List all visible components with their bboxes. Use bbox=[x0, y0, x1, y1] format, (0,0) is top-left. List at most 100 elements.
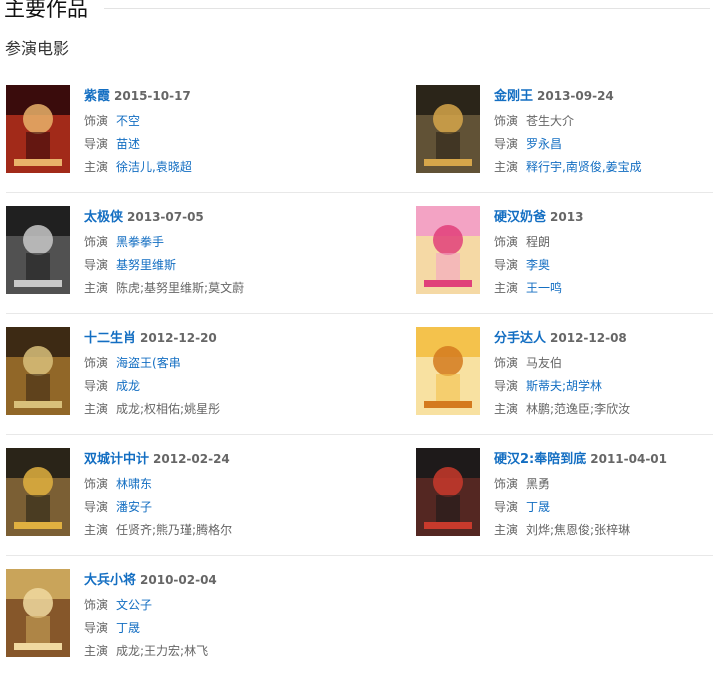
film-title-link[interactable]: 硬汉奶爸 bbox=[494, 210, 546, 225]
film-cast[interactable]: 释行宇,南贤俊,姜宝成 bbox=[526, 160, 642, 174]
film-title-link[interactable]: 分手达人 bbox=[494, 331, 546, 346]
role-label: 饰演 bbox=[84, 114, 109, 128]
film-director-link[interactable]: 苗述 bbox=[116, 137, 140, 151]
film-director-line: 导演 基努里维斯 bbox=[84, 254, 314, 277]
film-director-link[interactable]: 罗永昌 bbox=[526, 137, 562, 151]
film-title-link[interactable]: 金刚王 bbox=[494, 89, 533, 104]
film-title-link[interactable]: 十二生肖 bbox=[84, 331, 136, 346]
film-cast[interactable]: 徐洁儿,袁晓超 bbox=[116, 160, 192, 174]
film-director-link[interactable]: 基努里维斯 bbox=[116, 258, 176, 272]
film-item: 分手达人 2012-12-08 饰演 马友伯 导演 斯蒂夫;胡学林 主演 林鹏;范逸臣;李欣汝 bbox=[416, 327, 713, 427]
film-item: 太极侠 2013-07-05 饰演 黑拳拳手 导演 基努里维斯 主演 陈虎;基努里维斯;莫文蔚 bbox=[6, 206, 306, 306]
film-title-link[interactable]: 硬汉2:奉陪到底 bbox=[494, 452, 586, 467]
film-cast-line: 主演 刘烨;焦恩俊;张梓琳 bbox=[494, 519, 713, 542]
director-label: 导演 bbox=[84, 500, 109, 514]
film-title-line: 大兵小将 2010-02-04 bbox=[84, 571, 314, 590]
film-cast[interactable]: 王一鸣 bbox=[526, 281, 562, 295]
film-role[interactable]: 海盗王(客串 bbox=[116, 356, 181, 370]
film-poster[interactable] bbox=[416, 327, 480, 415]
film-info: 双城计中计 2012-02-24 饰演 林啸东 导演 潘安子 主演 任贤齐;熊乃瑾;腾格尔 bbox=[84, 450, 314, 542]
film-release-date: 2012-12-08 bbox=[550, 331, 627, 345]
film-role: 程朗 bbox=[526, 235, 551, 249]
film-title-link[interactable]: 大兵小将 bbox=[84, 573, 136, 588]
film-item: 紫霞 2015-10-17 饰演 不空 导演 苗述 主演 徐洁儿,袁晓超 bbox=[6, 85, 306, 185]
film-info: 太极侠 2013-07-05 饰演 黑拳拳手导演 基努里维斯 主演 陈虎;基努里维斯;莫文蔚 bbox=[84, 208, 314, 300]
film-item: 十二生肖 2012-12-20 饰演 海盗王(客串 导演 成龙 主演 成龙;权相佑;姚星彤 bbox=[6, 327, 306, 427]
film-director-link[interactable]: 李奥 bbox=[526, 258, 550, 272]
film-title-line: 硬汉奶爸 2013 bbox=[494, 208, 713, 227]
row-divider bbox=[6, 555, 713, 556]
film-director-link[interactable]: 丁晟 bbox=[116, 621, 140, 635]
cast-label: 主演 bbox=[84, 523, 109, 537]
director-label: 导演 bbox=[84, 621, 109, 635]
film-release-date: 2010-02-04 bbox=[140, 573, 217, 587]
director-label: 导演 bbox=[84, 137, 109, 151]
film-title-link[interactable]: 双城计中计 bbox=[84, 452, 149, 467]
row-divider bbox=[6, 434, 713, 435]
film-item: 双城计中计 2012-02-24 饰演 林啸东 导演 潘安子 主演 任贤齐;熊乃瑾;腾格尔 bbox=[6, 448, 306, 548]
film-director-link[interactable]: 潘安子 bbox=[116, 500, 152, 514]
film-title-line: 双城计中计 2012-02-24 bbox=[84, 450, 314, 469]
cast-label: 主演 bbox=[494, 160, 519, 174]
film-release-date: 2011-04-01 bbox=[590, 452, 668, 466]
film-poster[interactable] bbox=[6, 85, 70, 173]
film-release-date: 2013-07-05 bbox=[127, 210, 204, 224]
film-info: 大兵小将 2010-02-04 饰演 文公子 导演 丁晟 主演 成龙;王力宏;林飞 bbox=[84, 571, 314, 663]
film-row: 双城计中计 2012-02-24 饰演 林啸东 导演 潘安子 主演 任贤齐;熊乃瑾;腾格尔 硬汉… bbox=[6, 443, 713, 564]
film-release-date: 2015-10-17 bbox=[114, 89, 191, 103]
film-release-date: 2012-02-24 bbox=[153, 452, 230, 466]
film-info: 紫霞 2015-10-17 饰演 不空 导演 苗述 主演 徐洁儿,袁晓超 bbox=[84, 87, 314, 179]
film-director-line: 导演 丁晟 bbox=[84, 617, 314, 640]
cast-label: 主演 bbox=[494, 281, 519, 295]
film-poster[interactable] bbox=[6, 206, 70, 294]
film-cast: 成龙;权相佑;姚星彤 bbox=[116, 402, 221, 416]
film-item: 金刚王 2013-09-24 饰演 苍生大介 导演 罗永昌 主演 释行宇,南贤俊,姜宝成 bbox=[416, 85, 713, 185]
row-divider bbox=[6, 313, 713, 314]
film-role: 马友伯 bbox=[526, 356, 563, 370]
film-director-link[interactable]: 斯蒂夫;胡学林 bbox=[526, 379, 602, 393]
film-title-line: 硬汉2:奉陪到底 2011-04-01 bbox=[494, 450, 713, 469]
film-release-date: 2013-09-24 bbox=[537, 89, 614, 103]
film-role[interactable]: 文公子 bbox=[116, 598, 152, 612]
film-poster[interactable] bbox=[6, 448, 70, 536]
film-poster[interactable] bbox=[6, 569, 70, 657]
film-director-line: 导演 潘安子 bbox=[84, 496, 314, 519]
film-poster[interactable] bbox=[416, 448, 480, 536]
film-role-line: 饰演 苍生大介 bbox=[494, 110, 713, 133]
film-cast: 任贤齐;熊乃瑾;腾格尔 bbox=[116, 523, 233, 537]
film-cast-line: 主演 林鹏;范逸臣;李欣汝 bbox=[494, 398, 713, 421]
film-director-line: 导演 斯蒂夫;胡学林 bbox=[494, 375, 713, 398]
film-role[interactable]: 黑拳拳手 bbox=[116, 235, 164, 249]
film-role[interactable]: 林啸东 bbox=[116, 477, 152, 491]
section-header: 主要作品 bbox=[4, 0, 710, 26]
director-label: 导演 bbox=[494, 137, 519, 151]
film-item: 大兵小将 2010-02-04 饰演 文公子 导演 丁晟 主演 成龙;王力宏;林飞 bbox=[6, 569, 306, 669]
film-title-line: 太极侠 2013-07-05 bbox=[84, 208, 314, 227]
film-director-link[interactable]: 丁晟 bbox=[526, 500, 550, 514]
film-director-line: 导演 苗述 bbox=[84, 133, 314, 156]
cast-label: 主演 bbox=[84, 402, 109, 416]
film-title-link[interactable]: 太极侠 bbox=[84, 210, 123, 225]
film-role-line: 饰演 文公子 bbox=[84, 594, 314, 617]
film-title-line: 紫霞 2015-10-17 bbox=[84, 87, 314, 106]
role-label: 饰演 bbox=[84, 235, 109, 249]
film-poster[interactable] bbox=[416, 85, 480, 173]
film-director-link[interactable]: 成龙 bbox=[116, 379, 140, 393]
subsection-title: 参演电影 bbox=[5, 39, 70, 58]
cast-label: 主演 bbox=[84, 160, 109, 174]
film-role[interactable]: 不空 bbox=[116, 114, 140, 128]
film-title-link[interactable]: 紫霞 bbox=[84, 89, 110, 104]
film-director-line: 导演 罗永昌 bbox=[494, 133, 713, 156]
film-info: 硬汉奶爸 2013 饰演 程朗导演 李奥主演 王一鸣 bbox=[494, 208, 713, 300]
role-label: 饰演 bbox=[494, 235, 519, 249]
film-cast: 刘烨;焦恩俊;张梓琳 bbox=[526, 523, 631, 537]
film-cast-line: 主演 陈虎;基努里维斯;莫文蔚 bbox=[84, 277, 314, 300]
film-row: 十二生肖 2012-12-20 饰演 海盗王(客串 导演 成龙 主演 成龙;权相佑;姚星彤 分手… bbox=[6, 322, 713, 443]
film-poster[interactable] bbox=[416, 206, 480, 294]
film-role: 黑勇 bbox=[526, 477, 551, 491]
film-role-line: 饰演 马友伯 bbox=[494, 352, 713, 375]
film-info: 分手达人 2012-12-08 饰演 马友伯 导演 斯蒂夫;胡学林 主演 林鹏;范逸臣;李欣汝 bbox=[494, 329, 713, 421]
film-director-line: 导演 李奥 bbox=[494, 254, 713, 277]
film-poster[interactable] bbox=[6, 327, 70, 415]
role-label: 饰演 bbox=[84, 598, 109, 612]
